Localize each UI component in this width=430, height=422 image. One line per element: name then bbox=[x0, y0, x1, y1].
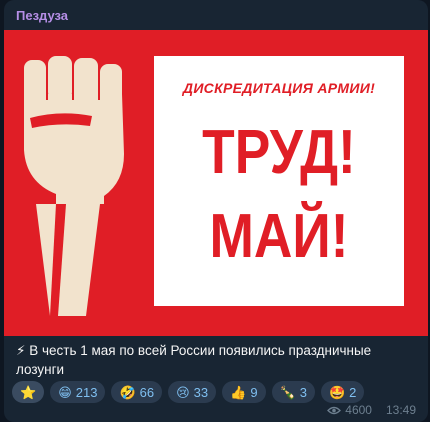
reaction-cry[interactable]: 😢 33 bbox=[168, 381, 217, 403]
poster-line-1: ТРУД! bbox=[202, 118, 356, 187]
raised-fist-illustration bbox=[24, 56, 124, 316]
reaction-count: 66 bbox=[139, 384, 155, 400]
reaction-count: 9 bbox=[250, 384, 258, 400]
message-text: ⚡ В честь 1 мая по всей России появились… bbox=[16, 343, 372, 377]
message-time: 13:49 bbox=[385, 403, 416, 417]
poster-image[interactable]: ДИСКРЕДИТАЦИЯ АРМИИ! ТРУД! МАЙ! bbox=[4, 30, 428, 336]
champagne-icon: 🍾 bbox=[279, 384, 296, 400]
grinning-face-icon: 😁 bbox=[58, 384, 72, 400]
reaction-count: 3 bbox=[299, 384, 307, 400]
view-count: 4600 bbox=[345, 403, 372, 417]
star-struck-icon: 🤩 bbox=[328, 384, 346, 400]
reaction-thumbs-up[interactable]: 👍 9 bbox=[222, 381, 266, 403]
reaction-count: 213 bbox=[75, 384, 98, 400]
star-icon: ⭐ bbox=[20, 384, 37, 400]
reactions-bar: ⭐ 😁 213 🤣 66 😢 33 👍 9 🍾 3 🤩 2 bbox=[12, 381, 365, 403]
reaction-rofl[interactable]: 🤣 66 bbox=[111, 381, 163, 403]
channel-name[interactable]: Пездуза bbox=[16, 8, 68, 23]
reaction-star[interactable]: ⭐ bbox=[12, 381, 45, 403]
reaction-grin[interactable]: 😁 213 bbox=[50, 381, 106, 403]
rofl-face-icon: 🤣 bbox=[119, 384, 136, 400]
eye-icon bbox=[327, 406, 342, 414]
reaction-champagne[interactable]: 🍾 3 bbox=[271, 381, 315, 403]
message-meta: 4600 13:49 bbox=[327, 403, 416, 417]
crying-face-icon: 😢 bbox=[176, 384, 190, 400]
poster-top-line: ДИСКРЕДИТАЦИЯ АРМИИ! bbox=[182, 80, 376, 96]
reaction-count: 33 bbox=[193, 384, 209, 400]
thumbs-up-icon: 👍 bbox=[230, 384, 247, 400]
reaction-count: 2 bbox=[349, 384, 357, 400]
slogan-panel: ДИСКРЕДИТАЦИЯ АРМИИ! ТРУД! МАЙ! bbox=[154, 56, 404, 306]
message-bubble: Пездуза ДИСКРЕДИТАЦИЯ АРМИИ! ТРУД! МАЙ! … bbox=[4, 0, 428, 422]
reaction-star-struck[interactable]: 🤩 2 bbox=[320, 381, 365, 403]
poster-line-2: МАЙ! bbox=[209, 202, 349, 271]
